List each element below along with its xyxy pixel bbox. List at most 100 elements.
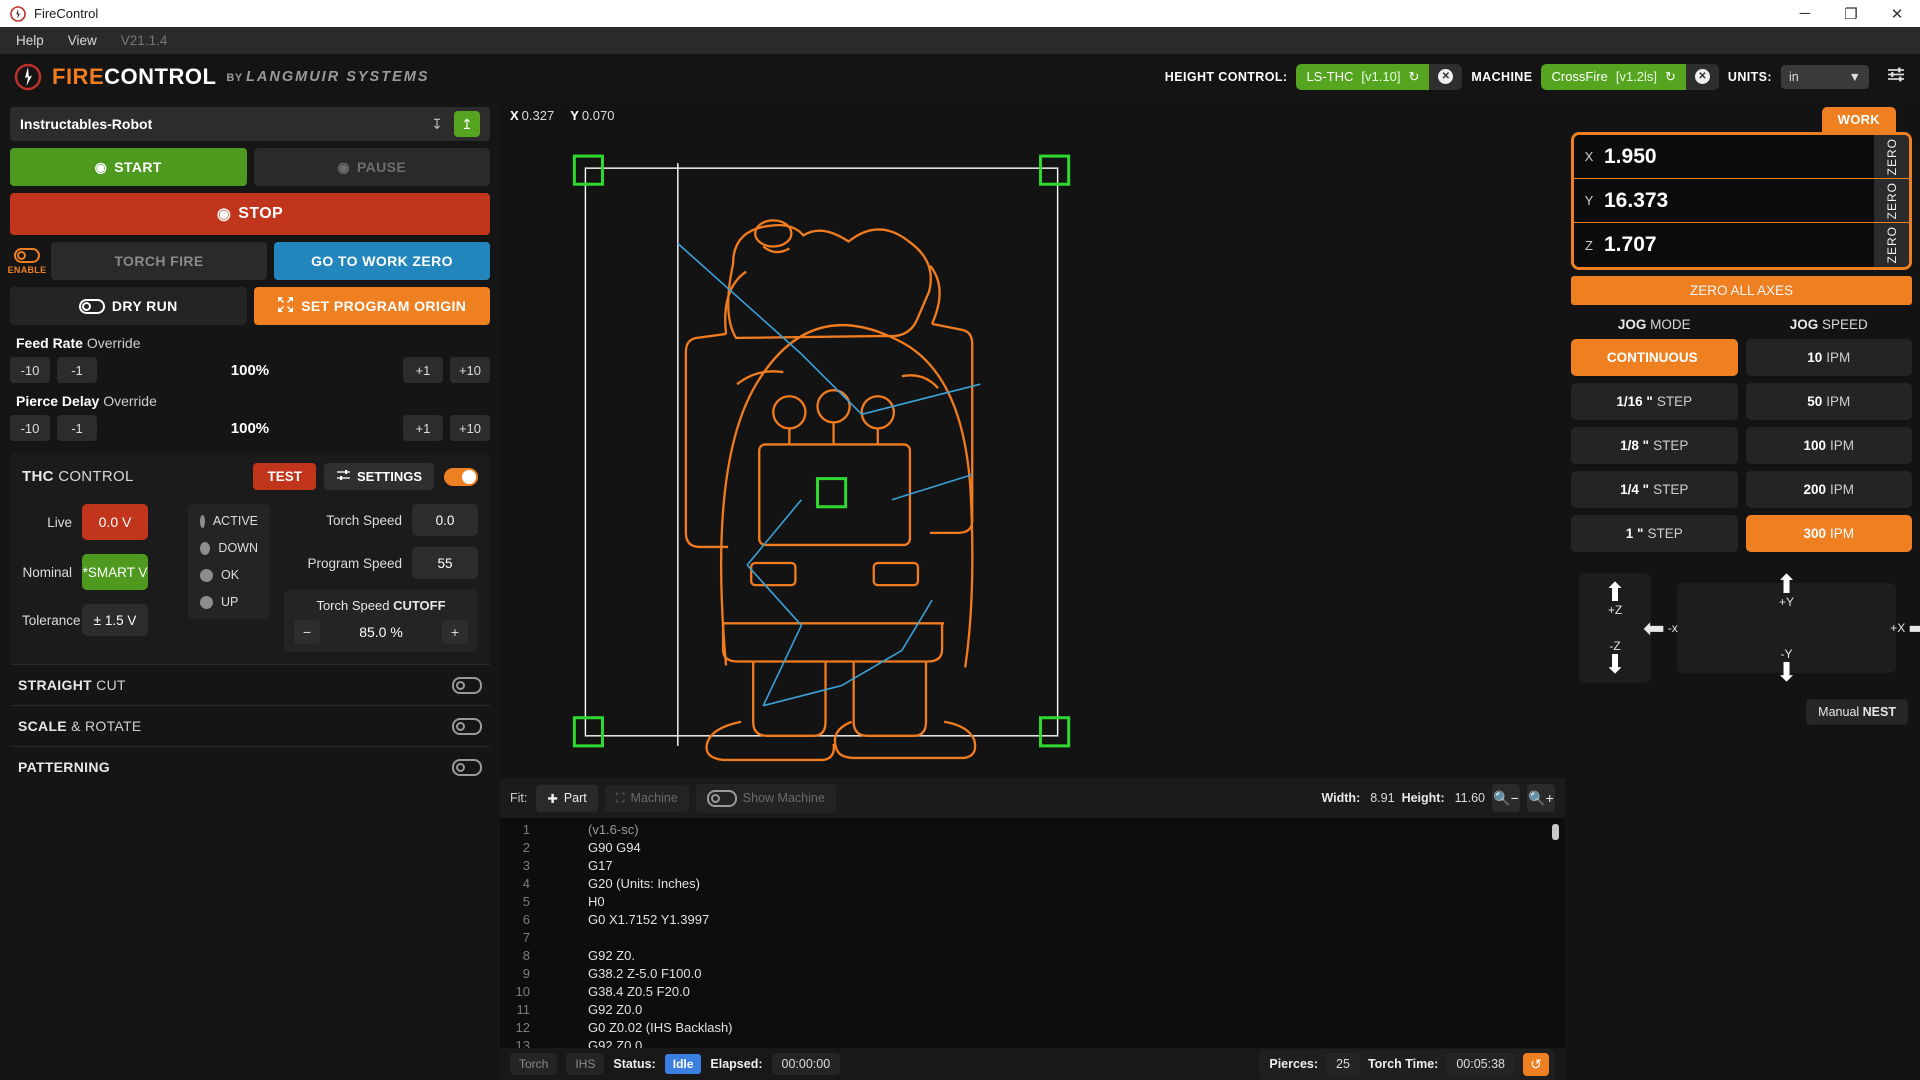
fit-machine-icon: ⛶ (616, 791, 625, 806)
accordion-straight-cut[interactable]: STRAIGHT CUT (10, 664, 490, 705)
thc-tolerance-value[interactable]: ± 1.5 V (82, 604, 148, 636)
maximize-button[interactable]: ❐ (1828, 0, 1874, 27)
manual-nest-area: Manual NEST (1571, 699, 1912, 725)
thc-enable-toggle[interactable] (444, 468, 478, 486)
accordion-patterning[interactable]: PATTERNING (10, 746, 490, 787)
gcode-line-text: G20 (Units: Inches) (540, 876, 700, 894)
go-to-work-zero-button[interactable]: GO TO WORK ZERO (274, 242, 490, 280)
jog-mode-step-1-8[interactable]: 1/8 "STEP (1571, 427, 1738, 464)
jog-x-plus-button[interactable]: ➡ +X (1890, 617, 1920, 639)
jog-speed-300[interactable]: 300IPM (1746, 515, 1913, 552)
jog-mode-step-1[interactable]: 1 "STEP (1571, 515, 1738, 552)
pierce-delay-plus10[interactable]: +10 (450, 415, 490, 441)
thc-test-button[interactable]: TEST (253, 463, 316, 490)
machine-refresh-icon[interactable]: ↻ (1665, 69, 1676, 85)
machine-device-pill[interactable]: CrossFire [v1.2ls] ↻ (1541, 64, 1685, 90)
jog-z-down-button[interactable]: -Z ⬇ (1604, 639, 1626, 675)
jog-mode-step-1-16[interactable]: 1/16 "STEP (1571, 383, 1738, 420)
units-label: UNITS: (1728, 70, 1772, 84)
feed-rate-plus1[interactable]: +1 (403, 357, 443, 383)
close-button[interactable]: ✕ (1874, 0, 1920, 27)
height-control-device-pill[interactable]: LS-THC [v1.10] ↻ (1296, 64, 1429, 90)
upload-icon[interactable]: ↥ (454, 111, 480, 137)
feed-rate-plus10[interactable]: +10 (450, 357, 490, 383)
jog-y-minus-button[interactable]: -Y ⬇ (1776, 647, 1798, 683)
accordion-scale-rotate-toggle[interactable] (452, 718, 482, 735)
stop-button[interactable]: ◉ STOP (10, 193, 490, 235)
thc-cutoff-decrement[interactable]: − (294, 620, 320, 644)
gcode-line: 4G20 (Units: Inches) (500, 876, 1565, 894)
start-button[interactable]: ◉ START (10, 148, 247, 186)
torch-fire-button[interactable]: TORCH FIRE (51, 242, 267, 280)
zoom-in-icon[interactable]: 🔍+ (1527, 784, 1555, 812)
feed-rate-minus1[interactable]: -1 (57, 357, 97, 383)
jog-y-plus-button[interactable]: ⬆ +Y (1776, 573, 1798, 609)
thc-torch-speed-label: Torch Speed (326, 513, 402, 528)
zero-x-button[interactable]: ZERO (1874, 135, 1909, 178)
chevron-down-icon: ▼ (1849, 70, 1861, 84)
gcode-line-number: 9 (500, 966, 540, 984)
thc-program-speed-value: 55 (412, 547, 478, 579)
jog-speed-300-unit: IPM (1830, 526, 1854, 541)
show-machine-toggle[interactable]: Show Machine (696, 784, 836, 813)
reset-icon[interactable]: ↺ (1523, 1053, 1549, 1076)
jog-speed-50[interactable]: 50IPM (1746, 383, 1913, 420)
height-control-disconnect-button[interactable]: ✕ (1429, 64, 1462, 90)
left-control-panel: Instructables-Robot ↧ ↥ ◉ START ◉ PAUSE … (0, 99, 500, 1080)
jog-speed-200[interactable]: 200IPM (1746, 471, 1913, 508)
brand-fire: FIRE (52, 64, 104, 89)
gcode-line: 2G90 G94 (500, 840, 1565, 858)
accordion-straight-cut-toggle[interactable] (452, 677, 482, 694)
gcode-scrollbar-thumb[interactable] (1552, 824, 1559, 840)
enable-toggle[interactable]: ENABLE (10, 242, 44, 280)
feed-rate-value: 100% (104, 362, 396, 379)
menu-item-help[interactable]: Help (16, 33, 44, 48)
machine-disconnect-button[interactable]: ✕ (1686, 64, 1719, 90)
settings-sliders-icon[interactable] (1886, 66, 1906, 87)
fit-part-button[interactable]: ✚ Part (536, 785, 597, 812)
accordion-patterning-toggle[interactable] (452, 759, 482, 776)
thc-cutoff-increment[interactable]: + (442, 620, 468, 644)
thc-tolerance-label: Tolerance (22, 613, 82, 628)
toolpath-canvas[interactable] (500, 131, 1565, 778)
jog-mode-continuous[interactable]: CONTINUOUS (1571, 339, 1738, 376)
consumables-readout: Pierces: 25 Torch Time: 00:05:38 ↺ (1259, 1049, 1555, 1080)
thc-settings-button[interactable]: SETTINGS (324, 463, 434, 490)
gcode-line-text: G92 Z0. (540, 948, 635, 966)
machine-status[interactable]: CrossFire [v1.2ls] ↻ ✕ (1541, 64, 1718, 90)
pierce-delay-minus1[interactable]: -1 (57, 415, 97, 441)
units-select[interactable]: in ▼ (1781, 65, 1869, 89)
feed-rate-minus10[interactable]: -10 (10, 357, 50, 383)
refresh-icon[interactable]: ↻ (1408, 69, 1419, 85)
set-program-origin-button[interactable]: SET PROGRAM ORIGIN (254, 287, 491, 325)
thc-program-speed-row: Program Speed 55 (284, 547, 478, 579)
gcode-listing[interactable]: 1(v1.6-sc) 2G90 G94 3G17 4G20 (Units: In… (500, 818, 1565, 1048)
download-icon[interactable]: ↧ (426, 113, 448, 135)
dry-run-button[interactable]: DRY RUN (10, 287, 247, 325)
pierce-delay-minus10[interactable]: -10 (10, 415, 50, 441)
jog-z-up-button[interactable]: ⬆ +Z (1604, 581, 1626, 617)
jog-speed-100[interactable]: 100IPM (1746, 427, 1913, 464)
accordion-patterning-title: PATTERNING (18, 759, 110, 775)
zero-all-axes-button[interactable]: ZERO ALL AXES (1571, 276, 1912, 305)
enable-toggle-switch[interactable] (14, 248, 40, 263)
machine-device: CrossFire (1551, 69, 1607, 84)
pierce-delay-plus1[interactable]: +1 (403, 415, 443, 441)
minimize-button[interactable]: ─ (1782, 0, 1828, 27)
manual-nest-button[interactable]: Manual NEST (1806, 699, 1908, 725)
jog-speed-10[interactable]: 10IPM (1746, 339, 1913, 376)
zero-z-button[interactable]: ZERO (1874, 223, 1909, 267)
fit-part-icon: ✚ (547, 791, 557, 806)
jog-x-minus-button[interactable]: ⬅ -x (1643, 617, 1678, 639)
zero-y-button[interactable]: ZERO (1874, 179, 1909, 222)
zoom-out-icon[interactable]: 🔍− (1492, 784, 1520, 812)
height-control-status[interactable]: LS-THC [v1.10] ↻ ✕ (1296, 64, 1462, 90)
thc-nominal-value[interactable]: *SMART V (82, 554, 148, 590)
accordion-scale-rotate[interactable]: SCALE & ROTATE (10, 705, 490, 746)
jog-mode-step-1-4[interactable]: 1/4 "STEP (1571, 471, 1738, 508)
thc-title: THC CONTROL (22, 468, 134, 485)
tab-work[interactable]: WORK (1822, 107, 1896, 132)
fit-machine-button[interactable]: ⛶ Machine (605, 785, 689, 812)
pause-button[interactable]: ◉ PAUSE (254, 148, 491, 186)
menu-item-view[interactable]: View (68, 33, 97, 48)
